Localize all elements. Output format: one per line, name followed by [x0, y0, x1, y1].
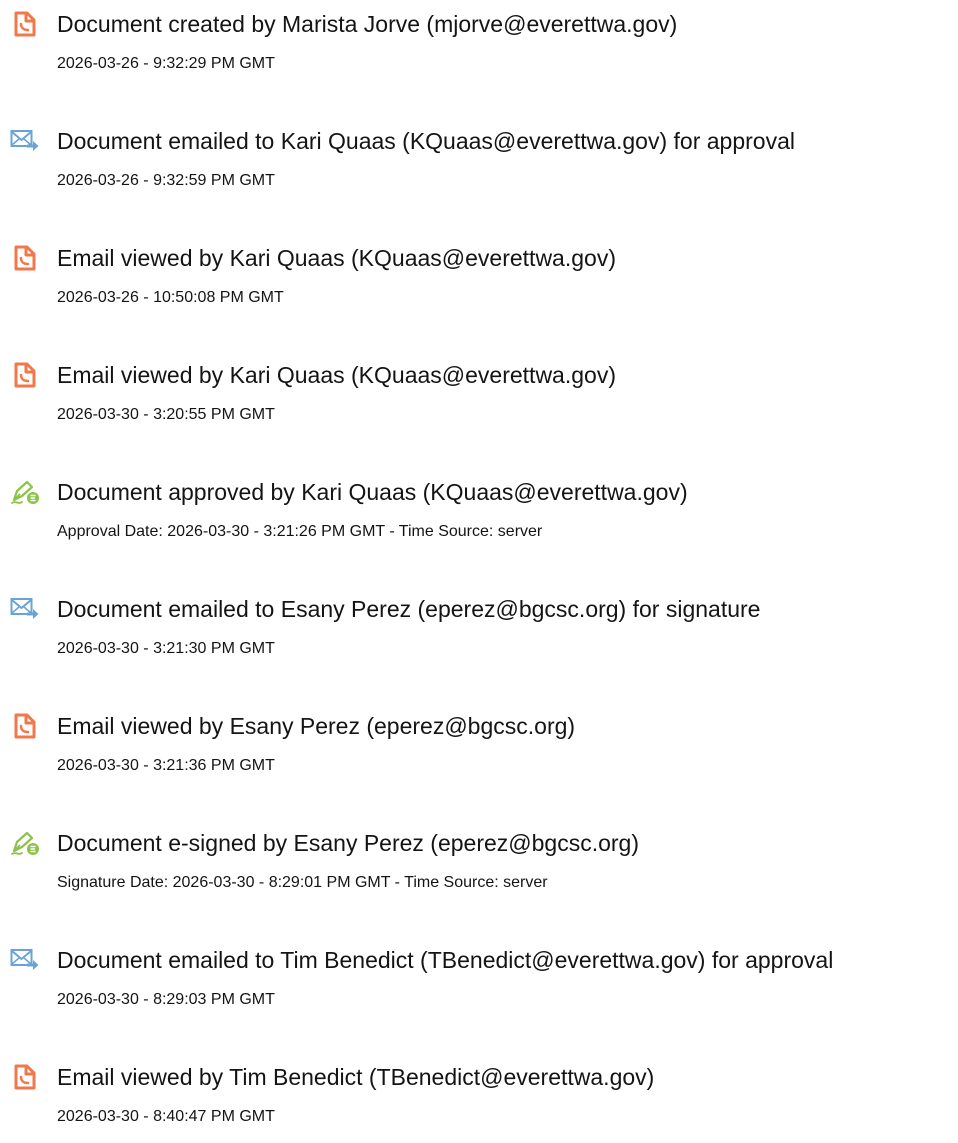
event-title: Document emailed to Kari Quaas (KQuaas@e…	[57, 128, 795, 154]
event-timestamp: 2026-03-26 - 9:32:59 PM GMT	[57, 172, 275, 189]
document-icon	[10, 712, 40, 740]
event-timestamp: 2026-03-30 - 3:21:36 PM GMT	[57, 757, 275, 774]
event-title: Document emailed to Esany Perez (eperez@…	[57, 596, 761, 622]
event-timestamp: 2026-03-30 - 3:20:55 PM GMT	[57, 406, 275, 423]
audit-event: Email viewed by Esany Perez (eperez@bgcs…	[0, 702, 958, 792]
event-timestamp: 2026-03-30 - 8:29:03 PM GMT	[57, 991, 275, 1008]
email-sent-icon	[10, 127, 40, 155]
audit-event: Document created by Marista Jorve (mjorv…	[0, 0, 958, 90]
event-title: Document approved by Kari Quaas (KQuaas@…	[57, 479, 688, 505]
event-signature-date: Signature Date: 2026-03-30 - 8:29:01 PM …	[57, 874, 548, 891]
audit-event: Email viewed by Kari Quaas (KQuaas@evere…	[0, 351, 958, 441]
audit-event: Document e-signed by Esany Perez (eperez…	[0, 819, 958, 909]
document-icon	[10, 244, 40, 272]
event-title: Document e-signed by Esany Perez (eperez…	[57, 830, 640, 856]
event-title: Email viewed by Esany Perez (eperez@bgcs…	[57, 713, 576, 739]
event-title: Email viewed by Kari Quaas (KQuaas@evere…	[57, 362, 616, 388]
audit-event: Document approved by Kari Quaas (KQuaas@…	[0, 468, 958, 558]
event-title: Document created by Marista Jorve (mjorv…	[57, 11, 678, 37]
event-title: Document emailed to Tim Benedict (TBened…	[57, 947, 834, 973]
pen-sign-icon	[10, 478, 40, 506]
event-timestamp: 2026-03-30 - 8:40:47 PM GMT	[57, 1108, 275, 1125]
email-sent-icon	[10, 946, 40, 974]
event-timestamp: 2026-03-30 - 3:21:30 PM GMT	[57, 640, 275, 657]
document-icon	[10, 10, 40, 38]
pen-sign-icon	[10, 829, 40, 857]
audit-event: Email viewed by Kari Quaas (KQuaas@evere…	[0, 234, 958, 324]
event-title: Email viewed by Kari Quaas (KQuaas@evere…	[57, 245, 616, 271]
event-approval-date: Approval Date: 2026-03-30 - 3:21:26 PM G…	[57, 523, 543, 540]
document-icon	[10, 1063, 40, 1091]
email-sent-icon	[10, 595, 40, 623]
document-icon	[10, 361, 40, 389]
audit-event: Document emailed to Esany Perez (eperez@…	[0, 585, 958, 675]
audit-event: Document emailed to Tim Benedict (TBened…	[0, 936, 958, 1026]
audit-event: Document emailed to Kari Quaas (KQuaas@e…	[0, 117, 958, 207]
event-timestamp: 2026-03-26 - 9:32:29 PM GMT	[57, 55, 275, 72]
audit-event: Email viewed by Tim Benedict (TBenedict@…	[0, 1053, 958, 1143]
event-title: Email viewed by Tim Benedict (TBenedict@…	[57, 1064, 655, 1090]
event-timestamp: 2026-03-26 - 10:50:08 PM GMT	[57, 289, 284, 306]
